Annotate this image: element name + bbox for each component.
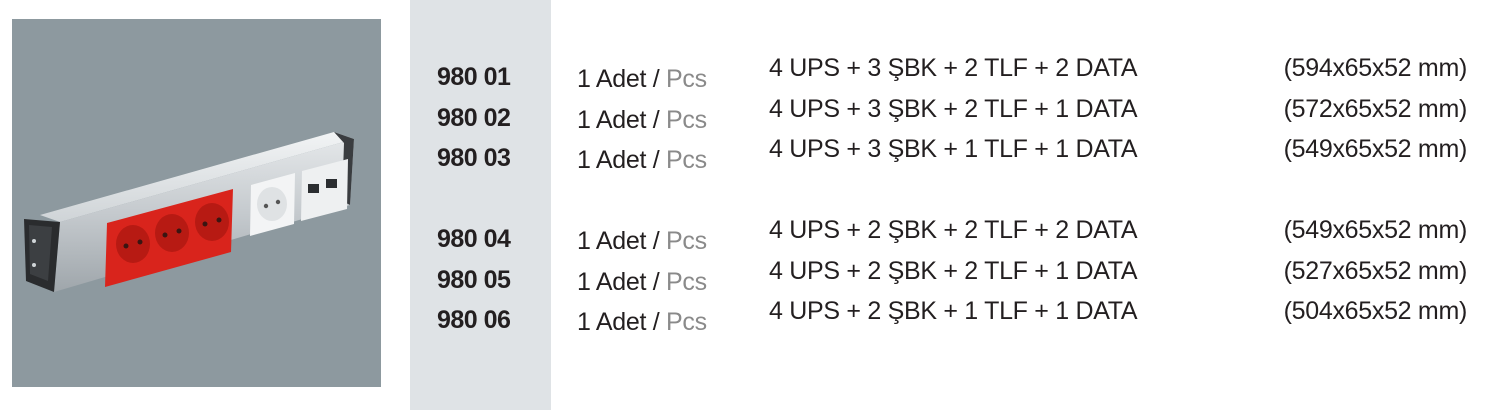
dimensions: (527x65x52 mm) — [1283, 257, 1468, 285]
configuration: 4 UPS + 2 ŞBK + 2 TLF + 1 DATA — [769, 257, 1138, 285]
quantity: 1 Adet / Pcs — [577, 106, 707, 134]
quantity: 1 Adet / Pcs — [577, 268, 707, 296]
dimensions: (504x65x52 mm) — [1283, 297, 1468, 325]
product-code: 980 03 — [437, 144, 511, 172]
product-code: 980 05 — [437, 266, 511, 294]
quantity: 1 Adet / Pcs — [577, 227, 707, 255]
configuration: 4 UPS + 3 ŞBK + 2 TLF + 2 DATA — [769, 54, 1138, 82]
configuration: 4 UPS + 2 ŞBK + 1 TLF + 1 DATA — [769, 297, 1138, 325]
dimensions: (549x65x52 mm) — [1283, 216, 1468, 244]
configuration: 4 UPS + 3 ŞBK + 1 TLF + 1 DATA — [769, 135, 1138, 163]
product-code: 980 06 — [437, 306, 511, 334]
table-row: 980 04 1 Adet / Pcs 4 UPS + 2 ŞBK + 2 TL… — [0, 216, 1487, 265]
product-code: 980 02 — [437, 104, 511, 132]
quantity: 1 Adet / Pcs — [577, 65, 707, 93]
dimensions: (549x65x52 mm) — [1283, 135, 1468, 163]
table-row: 980 06 1 Adet / Pcs 4 UPS + 2 ŞBK + 1 TL… — [0, 297, 1487, 346]
table-row: 980 01 1 Adet / Pcs 4 UPS + 3 ŞBK + 2 TL… — [0, 54, 1487, 103]
product-code: 980 01 — [437, 63, 511, 91]
configuration: 4 UPS + 3 ŞBK + 2 TLF + 1 DATA — [769, 95, 1138, 123]
table-row: 980 03 1 Adet / Pcs 4 UPS + 3 ŞBK + 1 TL… — [0, 135, 1487, 184]
dimensions: (572x65x52 mm) — [1283, 95, 1468, 123]
quantity: 1 Adet / Pcs — [577, 308, 707, 336]
product-code: 980 04 — [437, 225, 511, 253]
table-row: 980 02 1 Adet / Pcs 4 UPS + 3 ŞBK + 2 TL… — [0, 95, 1487, 144]
quantity: 1 Adet / Pcs — [577, 146, 707, 174]
dimensions: (594x65x52 mm) — [1283, 54, 1468, 82]
code-column-band — [410, 0, 551, 410]
configuration: 4 UPS + 2 ŞBK + 2 TLF + 2 DATA — [769, 216, 1138, 244]
table-row: 980 05 1 Adet / Pcs 4 UPS + 2 ŞBK + 2 TL… — [0, 257, 1487, 306]
